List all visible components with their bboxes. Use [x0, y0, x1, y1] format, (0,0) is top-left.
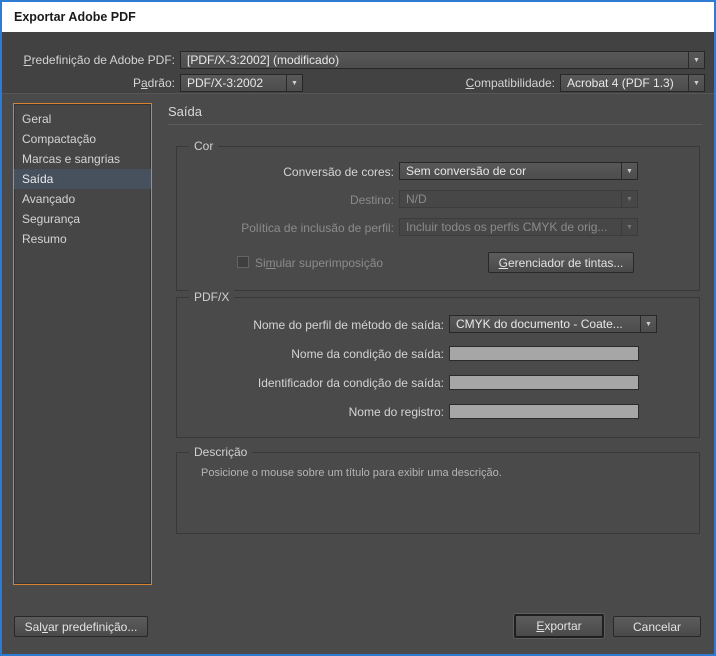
simulate-overprint-label: Simular superimposição: [255, 254, 383, 272]
output-condition-id-label: Identificador da condição de saída:: [187, 374, 444, 392]
output-intent-profile-select[interactable]: CMYK do documento - Coate... ▼: [449, 315, 657, 333]
sidebar-item-seguranca[interactable]: Segurança: [14, 209, 151, 229]
adobe-pdf-preset-select[interactable]: [PDF/X-3:2002] (modificado) ▼: [180, 51, 705, 69]
pdfx-group: PDF/X Nome do perfil de método de saída:…: [176, 297, 700, 438]
output-condition-name-input[interactable]: [449, 346, 639, 361]
color-conversion-label: Conversão de cores:: [187, 163, 394, 181]
color-group: Cor Conversão de cores: Sem conversão de…: [176, 146, 700, 291]
sidebar-item-resumo[interactable]: Resumo: [14, 229, 151, 249]
profile-inclusion-policy-label: Política de inclusão de perfil:: [187, 219, 394, 237]
output-intent-profile-label: Nome do perfil de método de saída:: [187, 316, 444, 334]
profile-inclusion-policy-value: Incluir todos os perfis CMYK de orig...: [400, 219, 621, 235]
pdfx-group-legend: PDF/X: [189, 290, 234, 305]
sidebar-item-marcas-e-sangrias[interactable]: Marcas e sangrias: [14, 149, 151, 169]
dialog-title: Exportar Adobe PDF: [14, 2, 136, 32]
chevron-down-icon: ▼: [621, 191, 637, 207]
sidebar-item-compactacao[interactable]: Compactação: [14, 129, 151, 149]
export-pdf-dialog: Exportar Adobe PDF Predefinição de Adobe…: [0, 0, 716, 656]
description-group: Descrição Posicione o mouse sobre um tít…: [176, 452, 700, 534]
description-text: Posicione o mouse sobre um título para e…: [201, 467, 502, 479]
chevron-down-icon: ▼: [621, 163, 637, 179]
output-condition-id-input[interactable]: [449, 375, 639, 390]
section-divider: [168, 124, 702, 125]
page-title: Saída: [168, 104, 202, 119]
settings-category-list: Geral Compactação Marcas e sangrias Saíd…: [13, 103, 152, 585]
standard-label: Padrão:: [10, 74, 175, 92]
compatibility-label: Compatibilidade:: [400, 74, 555, 92]
color-conversion-value: Sem conversão de cor: [400, 163, 621, 179]
profile-inclusion-policy-select: Incluir todos os perfis CMYK de orig... …: [399, 218, 638, 236]
destination-value: N/D: [400, 191, 621, 207]
sidebar-item-geral[interactable]: Geral: [14, 109, 151, 129]
description-group-legend: Descrição: [189, 445, 252, 460]
sidebar-item-avancado[interactable]: Avançado: [14, 189, 151, 209]
dialog-titlebar: Exportar Adobe PDF: [2, 2, 714, 32]
cancel-button[interactable]: Cancelar: [613, 616, 701, 637]
standard-value: PDF/X-3:2002: [181, 75, 286, 91]
ink-manager-button[interactable]: Gerenciador de tintas...: [488, 252, 634, 273]
compatibility-select[interactable]: Acrobat 4 (PDF 1.3) ▼: [560, 74, 705, 92]
registry-name-label: Nome do registro:: [187, 403, 444, 421]
preset-label: Predefinição de Adobe PDF:: [10, 51, 175, 69]
chevron-down-icon: ▼: [621, 219, 637, 235]
destination-label: Destino:: [187, 191, 394, 209]
simulate-overprint-checkbox: [237, 256, 249, 268]
adobe-pdf-preset-value: [PDF/X-3:2002] (modificado): [181, 52, 688, 68]
chevron-down-icon: ▼: [688, 52, 704, 68]
destination-select: N/D ▼: [399, 190, 638, 208]
compatibility-value: Acrobat 4 (PDF 1.3): [561, 75, 688, 91]
color-group-legend: Cor: [189, 139, 218, 154]
standard-select[interactable]: PDF/X-3:2002 ▼: [180, 74, 303, 92]
chevron-down-icon: ▼: [640, 316, 656, 332]
registry-name-input[interactable]: [449, 404, 639, 419]
output-intent-profile-value: CMYK do documento - Coate...: [450, 316, 640, 332]
export-button[interactable]: Exportar: [514, 614, 604, 638]
sidebar-item-saida[interactable]: Saída: [14, 169, 151, 189]
output-condition-name-label: Nome da condição de saída:: [187, 345, 444, 363]
chevron-down-icon: ▼: [688, 75, 704, 91]
color-conversion-select[interactable]: Sem conversão de cor ▼: [399, 162, 638, 180]
chevron-down-icon: ▼: [286, 75, 302, 91]
save-preset-button[interactable]: Salvar predefinição...: [14, 616, 148, 637]
